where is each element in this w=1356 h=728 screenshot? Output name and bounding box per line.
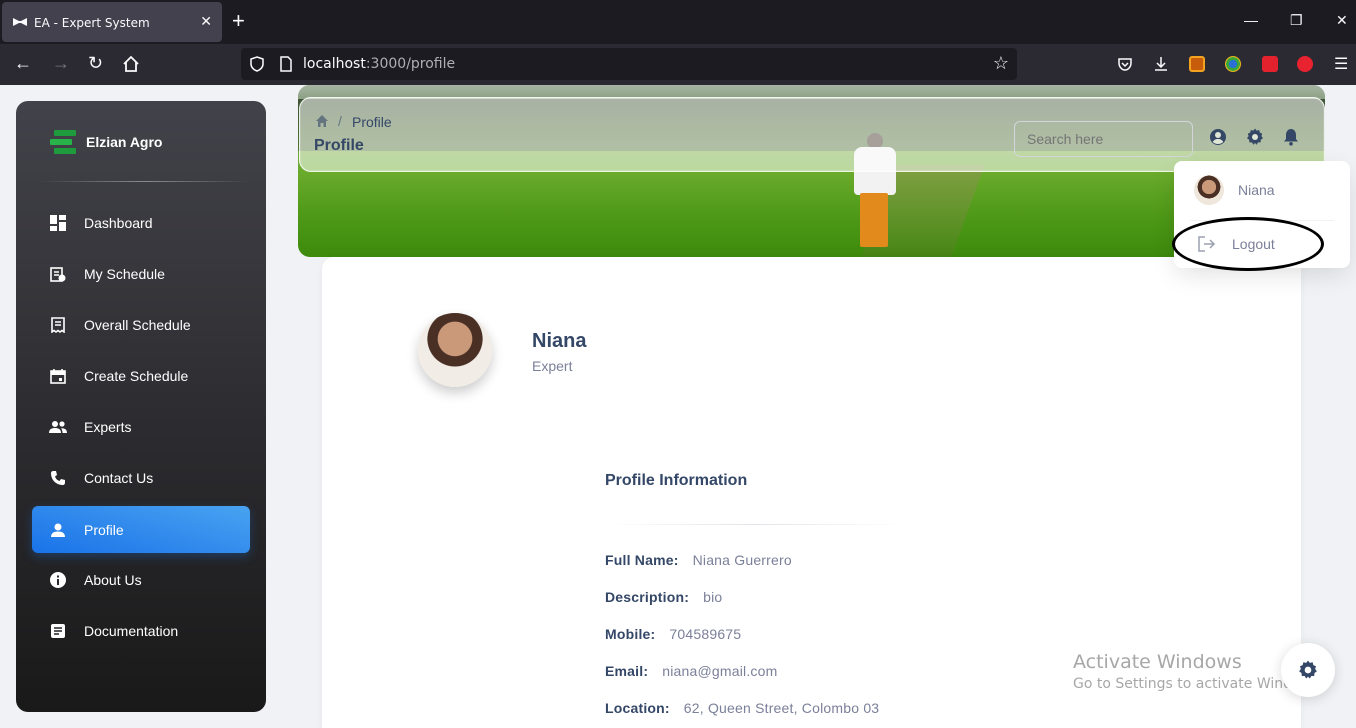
profile-role: Expert (532, 358, 573, 374)
receipt-icon (48, 316, 68, 333)
tab-title: EA - Expert System (34, 16, 150, 30)
breadcrumb-separator: / (338, 113, 342, 129)
account-circle-icon[interactable] (1209, 128, 1227, 146)
mask-favicon-icon (13, 18, 27, 26)
sidebar-item-label: Create Schedule (84, 367, 189, 384)
new-tab-icon[interactable]: + (232, 8, 245, 34)
reload-icon[interactable]: ↻ (88, 53, 103, 74)
sidebar-item-documentation[interactable]: Documentation (32, 607, 250, 654)
settings-gear-icon (1299, 660, 1317, 679)
notifications-bell-icon[interactable] (1283, 128, 1299, 146)
tab-close-icon[interactable]: ✕ (200, 13, 212, 30)
sidebar-item-label: Overall Schedule (84, 316, 191, 333)
user-avatar (1194, 175, 1224, 205)
browser-tab[interactable]: EA - Expert System ✕ (2, 2, 222, 42)
extension-globe-icon[interactable] (1225, 56, 1241, 72)
brand-logo-icon (50, 130, 76, 154)
extension-pen-icon[interactable] (1262, 56, 1278, 72)
extension-lock-icon[interactable] (1297, 56, 1313, 72)
schedule-icon (48, 266, 68, 282)
info-divider (605, 524, 905, 525)
person-icon (48, 523, 68, 537)
browser-tab-bar: EA - Expert System ✕ + — ❐ ✕ (0, 0, 1356, 44)
sidebar-item-label: Profile (84, 521, 124, 538)
bookmark-star-icon[interactable]: ☆ (993, 53, 1009, 74)
info-row-full-name: Full Name: Niana Guerrero (605, 552, 792, 568)
breadcrumb-current: Profile (352, 114, 392, 130)
minimize-icon[interactable]: — (1244, 12, 1258, 28)
page-viewport: Elzian Agro Dashboard My Schedule Overal… (0, 85, 1356, 728)
sidebar-item-label: Dashboard (84, 214, 153, 231)
info-row-description: Description: bio (605, 589, 723, 605)
sidebar-item-label: Contact Us (84, 469, 154, 486)
menu-icon[interactable]: ☰ (1334, 54, 1348, 74)
browser-nav-bar: ← → ↻ localhost:3000/profile ☆ ☰ (0, 44, 1356, 85)
search-input[interactable] (1014, 121, 1193, 157)
close-window-icon[interactable]: ✕ (1336, 12, 1348, 29)
info-row-email: Email: niana@gmail.com (605, 663, 778, 679)
forward-icon[interactable]: → (52, 53, 70, 74)
back-icon[interactable]: ← (14, 53, 32, 74)
profile-information-title: Profile Information (605, 472, 748, 489)
page-title: Profile (314, 137, 364, 154)
sidebar: Elzian Agro Dashboard My Schedule Overal… (16, 101, 266, 712)
shield-icon[interactable] (249, 56, 265, 72)
info-row-location: Location: 62, Queen Street, Colombo 03 (605, 700, 880, 716)
sidebar-item-dashboard[interactable]: Dashboard (32, 199, 250, 246)
sidebar-item-contact-us[interactable]: Contact Us (32, 454, 250, 501)
sidebar-item-label: Experts (84, 418, 132, 435)
restore-icon[interactable]: ❐ (1290, 12, 1303, 29)
calendar-icon (48, 368, 68, 384)
highlight-ellipse-annotation (1172, 217, 1324, 271)
sidebar-item-create-schedule[interactable]: Create Schedule (32, 352, 250, 399)
address-bar[interactable]: localhost:3000/profile ☆ (241, 48, 1017, 80)
brand-name: Elzian Agro (86, 134, 163, 150)
dashboard-icon (48, 214, 68, 231)
people-icon (48, 420, 68, 434)
page-icon (280, 56, 292, 72)
sidebar-item-overall-schedule[interactable]: Overall Schedule (32, 301, 250, 348)
profile-avatar (418, 313, 492, 387)
sidebar-item-label: Documentation (84, 622, 179, 639)
dropdown-user-item[interactable]: Niana (1182, 169, 1342, 211)
sidebar-item-label: About Us (84, 571, 142, 588)
dropdown-user-name: Niana (1238, 182, 1275, 198)
page-navbar: / Profile Profile (299, 97, 1325, 172)
url-text: localhost:3000/profile (303, 56, 456, 72)
sidebar-item-profile[interactable]: Profile (32, 506, 250, 553)
sidebar-item-label: My Schedule (84, 265, 165, 282)
download-icon[interactable] (1153, 56, 1169, 72)
sidebar-divider (40, 181, 250, 182)
profile-name: Niana (532, 330, 587, 352)
settings-gear-icon[interactable] (1246, 128, 1264, 146)
phone-icon (48, 470, 68, 486)
info-row-mobile: Mobile: 704589675 (605, 626, 742, 642)
sidebar-item-experts[interactable]: Experts (32, 403, 250, 450)
sidebar-item-my-schedule[interactable]: My Schedule (32, 250, 250, 297)
home-breadcrumb-icon[interactable] (315, 114, 329, 128)
pocket-icon[interactable] (1117, 56, 1133, 72)
article-icon (48, 623, 68, 639)
extension-sun-icon[interactable] (1189, 56, 1205, 72)
sidebar-item-about-us[interactable]: About Us (32, 556, 250, 603)
brand[interactable]: Elzian Agro (50, 129, 163, 155)
info-icon (48, 571, 68, 588)
home-icon[interactable] (122, 55, 140, 73)
configurator-settings-button[interactable] (1281, 643, 1335, 697)
